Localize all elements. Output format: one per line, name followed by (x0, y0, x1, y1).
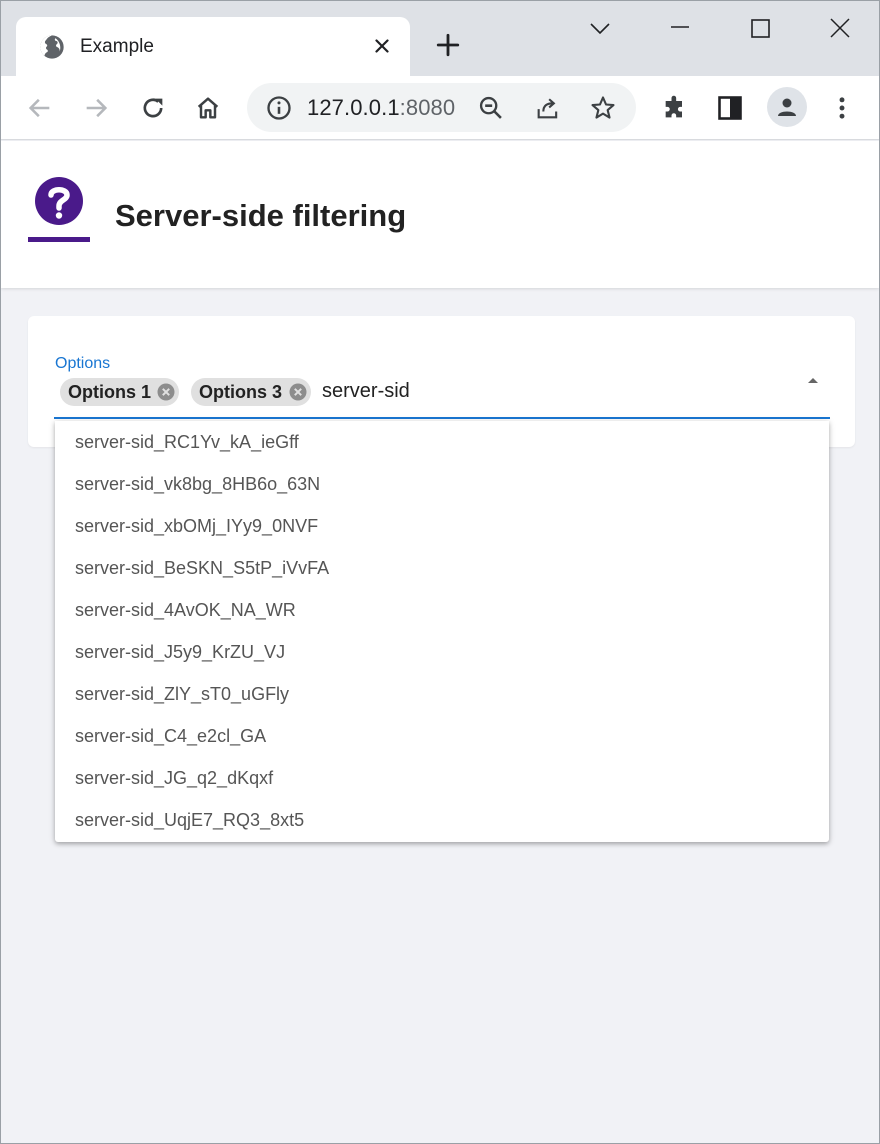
options-listbox: server-sid_RC1Yv_kA_ieGff server-sid_vk8… (55, 421, 829, 842)
chevron-down-icon[interactable] (585, 15, 615, 43)
share-icon[interactable] (534, 94, 562, 122)
browser-window: Example 127.0.0.1:8080 Server-side filte… (0, 0, 880, 1144)
list-item[interactable]: server-sid_J5y9_KrZU_VJ (75, 642, 285, 663)
url-host: 127.0.0.1 (307, 95, 400, 120)
url-text[interactable]: 127.0.0.1:8080 (307, 95, 455, 121)
autocomplete-input[interactable]: server-sid (322, 380, 410, 403)
list-item[interactable]: server-sid_ZlY_sT0_uGFly (75, 684, 289, 705)
star-icon[interactable] (589, 94, 617, 122)
extensions-icon[interactable] (661, 94, 689, 122)
window-close-icon[interactable] (825, 15, 855, 43)
info-icon[interactable] (265, 94, 293, 122)
chip-label: Options 1 (68, 382, 152, 402)
browser-tab[interactable]: Example (16, 17, 410, 76)
list-item[interactable]: server-sid_JG_q2_dKqxf (75, 768, 273, 789)
minimize-icon[interactable] (665, 15, 695, 43)
list-item[interactable]: server-sid_BeSKN_S5tP_iVvFA (75, 558, 329, 579)
globe-icon (40, 35, 64, 59)
chip-remove-icon[interactable] (157, 383, 175, 401)
url-port: :8080 (399, 95, 456, 120)
maximize-icon[interactable] (745, 15, 775, 43)
more-icon[interactable] (828, 94, 856, 122)
logo-underline (28, 237, 90, 242)
list-item[interactable]: server-sid_xbOMj_IYy9_0NVF (75, 516, 318, 537)
chip-remove-icon[interactable] (289, 383, 307, 401)
app-header: Server-side filtering (1, 141, 879, 288)
forward-icon[interactable] (82, 94, 110, 122)
chip-label: Options 3 (199, 382, 283, 402)
home-icon[interactable] (194, 94, 222, 122)
browser-toolbar: 127.0.0.1:8080 (1, 76, 879, 140)
profile-icon (778, 98, 796, 116)
tab-title: Example (80, 36, 154, 57)
list-item[interactable]: server-sid_C4_e2cl_GA (75, 726, 266, 747)
list-item[interactable]: server-sid_RC1Yv_kA_ieGff (75, 432, 299, 453)
chip-options-3[interactable]: Options 3 (191, 378, 311, 406)
options-field-label: Options (55, 355, 111, 372)
reload-icon[interactable] (139, 94, 167, 122)
side-panel-icon[interactable] (716, 94, 744, 122)
title-bar: Example (1, 1, 879, 76)
input-underline (54, 417, 830, 419)
close-icon[interactable] (371, 35, 393, 57)
chip-options-1[interactable]: Options 1 (60, 378, 179, 406)
plus-icon[interactable] (435, 32, 461, 58)
list-item[interactable]: server-sid_vk8bg_8HB6o_63N (75, 474, 320, 495)
dropdown-caret-icon[interactable] (807, 376, 819, 384)
list-item[interactable]: server-sid_4AvOK_NA_WR (75, 600, 296, 621)
help-icon (35, 177, 83, 225)
zoom-out-icon[interactable] (477, 94, 505, 122)
address-bar[interactable]: 127.0.0.1:8080 (247, 83, 636, 132)
back-icon[interactable] (26, 94, 54, 122)
list-item[interactable]: server-sid_UqjE7_RQ3_8xt5 (75, 810, 304, 831)
profile-button[interactable] (767, 87, 807, 127)
page-title: Server-side filtering (115, 198, 407, 233)
